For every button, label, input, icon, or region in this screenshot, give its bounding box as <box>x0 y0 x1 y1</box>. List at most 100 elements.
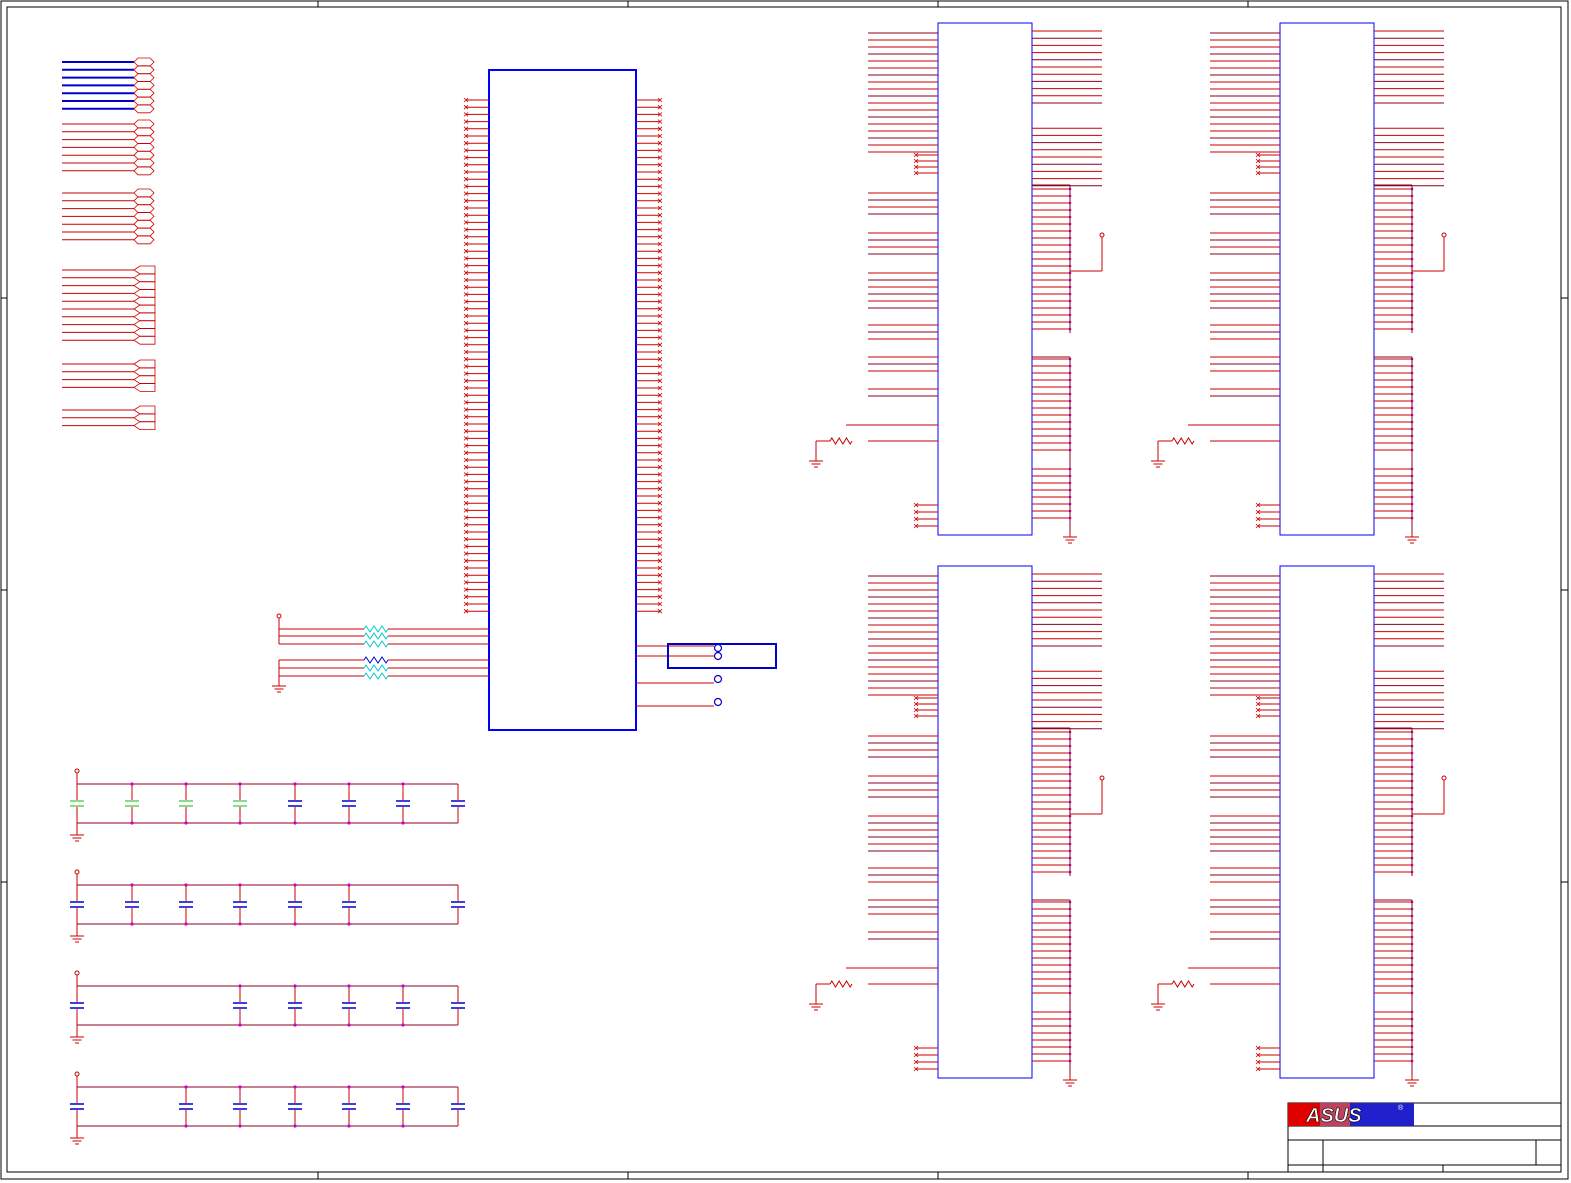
hier-port <box>62 212 155 221</box>
capacitor <box>70 1087 84 1126</box>
ic-pin-right <box>636 292 663 297</box>
ic-pin-right <box>636 536 663 542</box>
ic-pin-left <box>463 140 489 146</box>
resistor <box>1171 437 1195 445</box>
ic-pin-left <box>463 486 489 492</box>
ground-symbol <box>1063 531 1077 544</box>
ic-pin-right <box>636 241 663 247</box>
capacitor <box>70 986 84 1025</box>
junction-dot <box>293 1085 297 1089</box>
ic-pin-right <box>636 400 663 405</box>
capacitor <box>288 1085 302 1128</box>
capacitor <box>396 1085 410 1128</box>
ic-pin-right <box>636 320 663 326</box>
hier-port <box>62 188 155 198</box>
power-pin <box>74 869 80 875</box>
resistor <box>363 640 389 648</box>
ic-pin-right <box>636 169 663 175</box>
ic-pin-right <box>636 601 663 607</box>
ic-pin-right <box>636 472 663 477</box>
hier-port <box>62 383 156 392</box>
ground-symbol <box>70 829 84 842</box>
ic-pin-left <box>463 320 489 326</box>
ic-pin-right <box>636 493 663 499</box>
hier-port <box>62 312 156 322</box>
hier-port <box>62 281 156 290</box>
resistor <box>363 664 389 672</box>
hier-port <box>62 219 155 229</box>
power-pin <box>74 1071 80 1077</box>
ic-pin-left <box>463 508 489 513</box>
capacitor <box>451 885 465 924</box>
ic-pin-right <box>636 457 663 463</box>
ic-pin-left <box>463 306 489 312</box>
ic-pin-right <box>636 349 663 355</box>
capacitor <box>233 1085 247 1128</box>
capacitor <box>342 782 356 825</box>
ic-pin-right <box>636 126 663 132</box>
ic-pin-right <box>636 184 663 189</box>
junction-dot <box>401 821 405 825</box>
ground-symbol <box>1151 455 1165 468</box>
ic-pin-right <box>636 328 663 333</box>
junction-dot <box>184 782 188 786</box>
ground-symbol <box>1063 1074 1077 1087</box>
ic-pin-right <box>636 508 663 513</box>
ic-pin-right <box>636 544 663 549</box>
junction-dot <box>130 782 134 786</box>
ic-pin-left <box>463 126 489 132</box>
capacitor-row <box>70 869 465 943</box>
capacitor <box>342 1085 356 1128</box>
power-pin <box>1441 232 1447 238</box>
ic-pin-left <box>463 421 489 427</box>
ground-symbol <box>70 1031 84 1044</box>
ic-pin-left <box>463 443 489 448</box>
logo-text: ASUS <box>1305 1105 1362 1127</box>
junction-dot <box>293 883 297 887</box>
ic-pin-left <box>463 335 489 340</box>
junction-dot <box>401 782 405 786</box>
resistor <box>363 632 389 640</box>
memory-chip <box>1151 565 1447 1087</box>
junction-dot <box>347 883 351 887</box>
capacitor <box>288 883 302 926</box>
ic-pin-left <box>463 212 489 218</box>
registered-mark: ® <box>1398 1104 1404 1112</box>
ic-pin-left <box>463 184 489 189</box>
ic-pin-right <box>636 572 663 578</box>
hier-port <box>62 413 156 423</box>
ic-pin-right <box>636 263 663 268</box>
ic-pin-left <box>463 436 489 441</box>
ic-pin-left <box>463 248 489 254</box>
test-point <box>713 674 723 684</box>
ic-pin-right <box>636 500 663 506</box>
capacitor-row <box>70 768 465 842</box>
hier-port <box>62 227 155 237</box>
ic-pin-left <box>463 493 489 499</box>
ic-pin-right <box>636 594 663 600</box>
ground-symbol <box>809 455 823 468</box>
ic-pin-left <box>463 263 489 268</box>
junction-dot <box>293 1124 297 1128</box>
ic-pin-left <box>463 385 489 391</box>
ic-pin-left <box>463 119 489 124</box>
ic-pin-left <box>463 479 489 484</box>
junction-dot <box>238 883 242 887</box>
ic-pin-left <box>463 270 489 276</box>
capacitor <box>396 782 410 825</box>
ic-pin-left <box>463 349 489 355</box>
ic-pin-right <box>636 428 663 434</box>
ic-pin-right <box>636 371 663 376</box>
junction-dot <box>238 984 242 988</box>
junction-dot <box>293 782 297 786</box>
ic-pin-left <box>463 580 489 585</box>
ground-symbol <box>1405 1074 1419 1087</box>
resistor <box>363 672 389 680</box>
ic-pin-right <box>636 364 663 369</box>
ground-symbol <box>70 1132 84 1145</box>
ic-pin-right <box>636 248 663 254</box>
junction-dot <box>347 782 351 786</box>
junction-dot <box>238 1124 242 1128</box>
ic-pin-left <box>463 292 489 297</box>
hier-port <box>62 96 155 106</box>
